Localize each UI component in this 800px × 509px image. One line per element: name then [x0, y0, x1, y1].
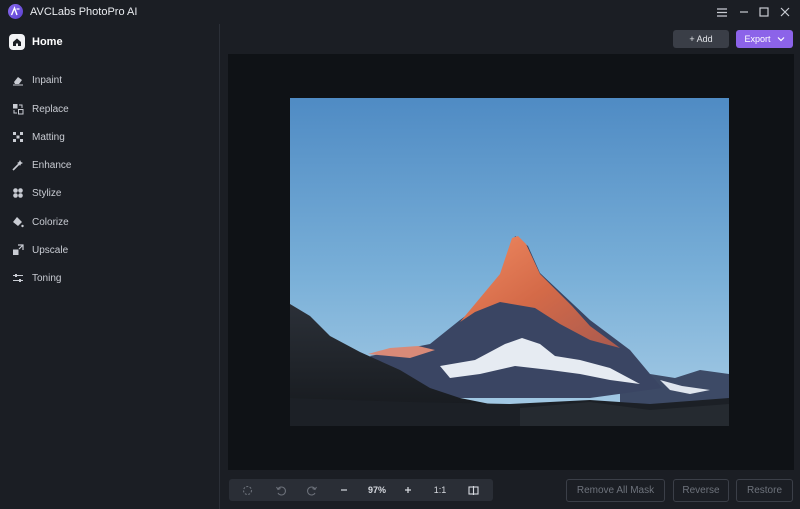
undo-icon[interactable]	[273, 483, 287, 497]
sidebar-item-label: Stylize	[32, 187, 62, 199]
sidebar-item-colorize[interactable]: Colorize	[12, 214, 69, 230]
home-icon	[9, 34, 25, 50]
menu-icon[interactable]	[713, 3, 731, 21]
add-button-label: + Add	[689, 34, 713, 44]
close-icon[interactable]	[776, 3, 794, 21]
sidebar-item-stylize[interactable]: Stylize	[12, 185, 61, 201]
enhance-icon	[12, 159, 24, 171]
export-button-label: Export	[744, 34, 771, 44]
redo-icon[interactable]	[305, 483, 319, 497]
sidebar-item-label: Toning	[32, 272, 62, 284]
reverse-button[interactable]: Reverse	[673, 479, 729, 502]
image-canvas[interactable]	[228, 54, 794, 470]
compare-icon[interactable]	[466, 483, 480, 497]
reverse-label: Reverse	[682, 485, 720, 496]
sidebar-item-label: Matting	[32, 131, 65, 143]
sidebar-item-label: Home	[32, 36, 63, 48]
avclabs-logo-icon	[8, 4, 23, 19]
add-button[interactable]: + Add	[673, 30, 729, 48]
sidebar-item-enhance[interactable]: Enhance	[12, 157, 71, 173]
zoom-level: 97%	[367, 485, 386, 495]
zoom-out-icon[interactable]	[337, 483, 351, 497]
remove-all-mask-label: Remove All Mask	[576, 485, 655, 496]
reset-icon[interactable]	[240, 483, 254, 497]
sidebar: Home Inpaint Replace Matting Enhance Sty…	[0, 24, 220, 509]
sidebar-item-label: Replace	[32, 103, 69, 115]
sidebar-item-matting[interactable]: Matting	[12, 129, 65, 145]
eraser-icon	[12, 74, 24, 86]
sidebar-item-home[interactable]: Home	[9, 33, 63, 51]
replace-icon	[12, 103, 24, 115]
restore-label: Restore	[746, 485, 782, 496]
colorize-icon	[12, 216, 24, 228]
stylize-icon	[12, 187, 24, 199]
toning-icon	[12, 272, 24, 284]
sidebar-item-toning[interactable]: Toning	[12, 270, 61, 286]
minimize-icon[interactable]	[735, 3, 753, 21]
sidebar-item-label: Upscale	[32, 244, 69, 256]
sidebar-item-label: Enhance	[32, 159, 72, 171]
sidebar-item-replace[interactable]: Replace	[12, 101, 69, 117]
sidebar-item-upscale[interactable]: Upscale	[12, 242, 68, 258]
sidebar-item-label: Colorize	[32, 216, 69, 228]
export-button[interactable]: Export	[736, 30, 793, 48]
upscale-icon	[12, 244, 24, 256]
mountain-photo[interactable]	[290, 98, 729, 426]
zoom-in-icon[interactable]	[401, 483, 415, 497]
chevron-down-icon	[777, 36, 785, 42]
title-bar: AVCLabs PhotoPro AI	[0, 0, 800, 24]
maximize-icon[interactable]	[755, 3, 773, 21]
matting-icon	[12, 131, 24, 143]
sidebar-item-label: Inpaint	[32, 74, 63, 86]
remove-all-mask-button[interactable]: Remove All Mask	[566, 479, 665, 502]
sidebar-item-inpaint[interactable]: Inpaint	[12, 72, 62, 88]
app-title: AVCLabs PhotoPro AI	[30, 6, 138, 18]
actual-size-button[interactable]: 1:1	[430, 483, 450, 497]
zoom-toolbar: 97% 1:1	[229, 479, 493, 501]
restore-button[interactable]: Restore	[736, 479, 793, 502]
